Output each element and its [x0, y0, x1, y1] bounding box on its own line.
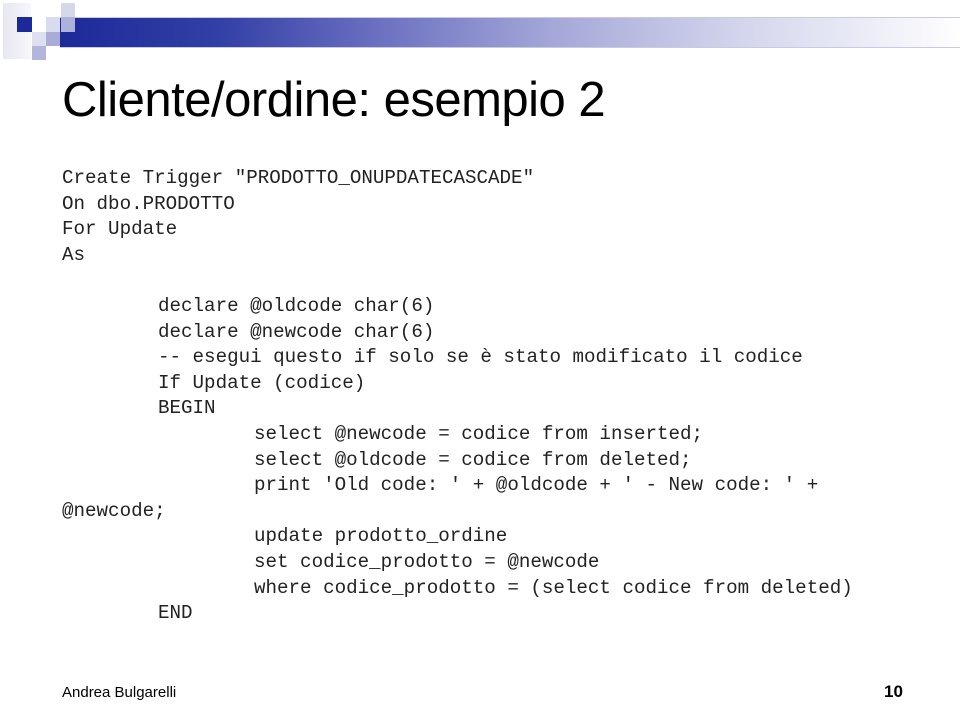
header-decoration [0, 0, 960, 64]
footer-author: Andrea Bulgarelli [62, 684, 177, 701]
code-line: declare @newcode char(6) [158, 320, 435, 343]
code-line: set codice_prodotto = @newcode [254, 550, 600, 573]
code-line: For Update [62, 218, 178, 241]
code-line: select @oldcode = codice from deleted; [254, 448, 692, 471]
deco-square [61, 17, 75, 32]
page-number: 10 [884, 682, 903, 701]
code-line: select @newcode = codice from inserted; [254, 422, 704, 445]
code-line: update prodotto_ordine [254, 525, 508, 548]
code-block: Create Trigger "PRODOTTO_ONUPDATECASCADE… [62, 166, 853, 627]
deco-square [17, 17, 32, 32]
code-line: BEGIN [158, 397, 216, 420]
code-line: END [158, 602, 193, 625]
code-line: As [62, 243, 86, 266]
deco-square [61, 3, 75, 17]
code-line: Create Trigger "PRODOTTO_ONUPDATECASCADE… [62, 167, 535, 189]
code-line: @newcode; [62, 499, 166, 522]
code-line: If Update (codice) [158, 371, 366, 394]
header-bar [60, 17, 960, 48]
code-line: print 'Old code: ' + @oldcode + ' - New … [254, 474, 819, 497]
deco-square [46, 17, 61, 32]
code-line: where codice_prodotto = (select codice f… [254, 576, 853, 599]
deco-square [46, 32, 60, 46]
code-line: declare @oldcode char(6) [158, 294, 435, 317]
deco-square [32, 32, 46, 46]
code-line: On dbo.PRODOTTO [62, 192, 235, 215]
code-line: -- esegui questo if solo se è stato modi… [158, 346, 803, 369]
slide-title: Cliente/ordine: esempio 2 [62, 73, 606, 127]
deco-square [32, 46, 46, 60]
